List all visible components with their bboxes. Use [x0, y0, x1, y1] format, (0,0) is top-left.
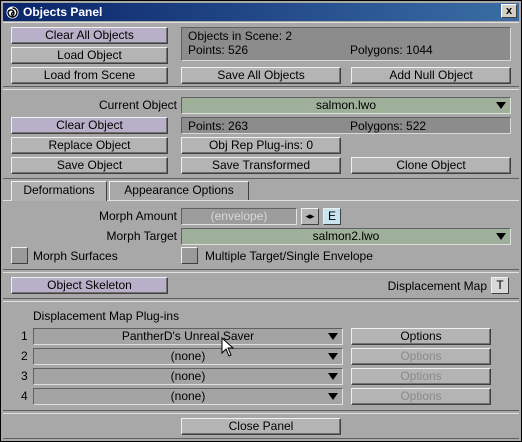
- close-panel-button[interactable]: Close Panel: [181, 418, 341, 435]
- plugin-value: (none): [170, 349, 206, 363]
- lightwave-spiral-icon: [5, 5, 19, 19]
- plugin-select-3[interactable]: (none): [33, 368, 343, 385]
- scene-points-text: Points: 526: [188, 43, 249, 57]
- add-null-object-button[interactable]: Add Null Object: [351, 67, 511, 84]
- morph-target-select[interactable]: salmon2.lwo: [181, 228, 511, 245]
- displacement-plugins-section: Displacement Map Plug-ins 1 PantherD's U…: [3, 301, 519, 411]
- chevron-down-icon: [328, 353, 338, 360]
- object-points-text: Points: 263: [188, 119, 249, 133]
- plugin-select-1[interactable]: PantherD's Unreal Saver: [33, 328, 343, 345]
- left-right-arrows-icon[interactable]: ◂▸: [301, 208, 319, 225]
- tab-deformations[interactable]: Deformations: [11, 181, 107, 201]
- save-all-objects-button[interactable]: Save All Objects: [181, 67, 341, 84]
- current-object-label: Current Object: [98, 98, 177, 112]
- current-object-value: salmon.lwo: [315, 98, 377, 112]
- displacement-map-label: Displacement Map: [387, 279, 487, 293]
- objects-panel-window: Objects Panel x Clear All Objects Load O…: [0, 0, 522, 442]
- title-bar[interactable]: Objects Panel x: [3, 3, 519, 21]
- displacement-map-texture-button[interactable]: T: [491, 277, 509, 294]
- clear-object-button[interactable]: Clear Object: [11, 117, 168, 134]
- current-object-section: Current Object salmon.lwo Clear Object P…: [3, 89, 519, 179]
- chevron-down-icon: [328, 373, 338, 380]
- morph-surfaces-label: Morph Surfaces: [33, 249, 118, 263]
- multiple-target-checkbox[interactable]: [181, 247, 198, 264]
- plugin-select-4[interactable]: (none): [33, 388, 343, 405]
- envelope-button[interactable]: E: [323, 208, 341, 225]
- morph-surfaces-checkbox[interactable]: [11, 247, 28, 264]
- plugin-options-button-4[interactable]: Options: [351, 388, 491, 405]
- morph-amount-field[interactable]: (envelope): [181, 208, 297, 225]
- deformations-section: Morph Amount (envelope) ◂▸ E Morph Targe…: [3, 200, 519, 270]
- plugin-options-button-2[interactable]: Options: [351, 348, 491, 365]
- object-polygons-text: Polygons: 522: [350, 119, 427, 133]
- morph-target-value: salmon2.lwo: [312, 229, 380, 243]
- plugin-select-2[interactable]: (none): [33, 348, 343, 365]
- plugin-options-button-3[interactable]: Options: [351, 368, 491, 385]
- footer-section: Close Panel: [3, 413, 519, 439]
- save-object-button[interactable]: Save Object: [11, 157, 168, 174]
- plugin-row-number: 3: [21, 369, 28, 383]
- clone-object-button[interactable]: Clone Object: [351, 157, 511, 174]
- plugin-value: (none): [170, 389, 206, 403]
- skeleton-section: Object Skeleton Displacement Map T: [3, 272, 519, 299]
- object-skeleton-button[interactable]: Object Skeleton: [11, 277, 168, 294]
- chevron-down-icon: [496, 102, 506, 109]
- plugins-header: Displacement Map Plug-ins: [33, 309, 180, 323]
- tab-appearance-options[interactable]: Appearance Options: [109, 181, 249, 200]
- morph-amount-label: Morph Amount: [98, 209, 177, 223]
- plugin-row-number: 4: [21, 389, 28, 403]
- chevron-down-icon: [328, 393, 338, 400]
- chevron-down-icon: [328, 333, 338, 340]
- scene-info-panel: Objects in Scene: 2 Points: 526 Polygons…: [181, 27, 511, 61]
- close-window-button[interactable]: x: [501, 4, 517, 18]
- morph-target-label: Morph Target: [106, 229, 177, 243]
- replace-object-button[interactable]: Replace Object: [11, 137, 168, 154]
- plugin-row-number: 1: [21, 329, 28, 343]
- plugin-row-number: 2: [21, 349, 28, 363]
- current-object-select[interactable]: salmon.lwo: [181, 97, 511, 114]
- scene-section: Clear All Objects Load Object Load from …: [3, 22, 519, 87]
- save-transformed-button[interactable]: Save Transformed: [181, 157, 341, 174]
- load-from-scene-button[interactable]: Load from Scene: [11, 67, 168, 84]
- plugin-value: (none): [170, 369, 206, 383]
- multiple-target-label: Multiple Target/Single Envelope: [205, 249, 373, 263]
- close-icon: x: [505, 5, 513, 17]
- chevron-down-icon: [496, 233, 506, 240]
- mouse-pointer-icon: [221, 336, 235, 360]
- clear-all-objects-button[interactable]: Clear All Objects: [11, 27, 168, 44]
- object-info-panel: Points: 263 Polygons: 522: [181, 117, 511, 134]
- scene-polygons-text: Polygons: 1044: [350, 43, 433, 57]
- plugin-options-button-1[interactable]: Options: [351, 328, 491, 345]
- objects-in-scene-text: Objects in Scene: 2: [188, 29, 293, 43]
- window-title: Objects Panel: [23, 5, 103, 19]
- obj-rep-plugins-button[interactable]: Obj Rep Plug-ins: 0: [181, 137, 341, 154]
- load-object-button[interactable]: Load Object: [11, 47, 168, 64]
